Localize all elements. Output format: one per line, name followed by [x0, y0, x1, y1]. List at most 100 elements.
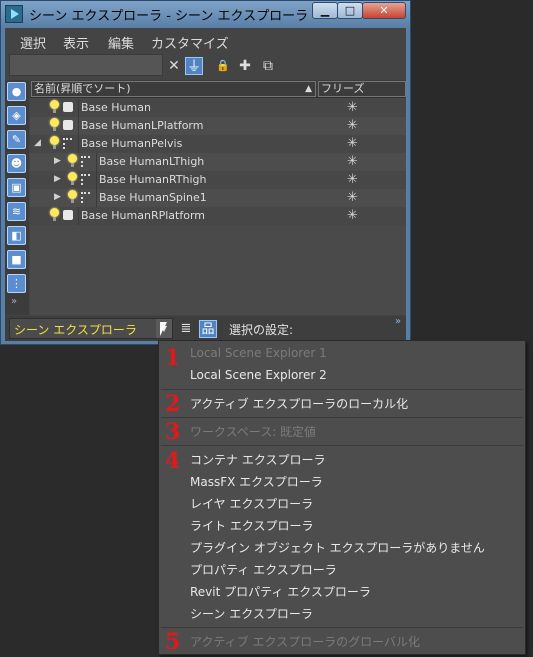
- menu-edit[interactable]: 編集: [108, 33, 134, 52]
- explorer-dropdown-value: シーン エクスプローラ: [14, 323, 137, 337]
- row-name: Base HumanRPlatform: [81, 209, 205, 222]
- menu-item-massfx-explorer[interactable]: MassFX エクスプローラ: [190, 473, 323, 490]
- lightbulb-icon[interactable]: [68, 154, 77, 167]
- shapes-filter-icon[interactable]: ◈: [7, 106, 26, 125]
- menu-display[interactable]: 表示: [63, 33, 89, 52]
- bones-filter-icon[interactable]: ⋮: [7, 274, 26, 293]
- table-row[interactable]: Base HumanLPlatform ✳: [30, 117, 406, 135]
- lightbulb-icon[interactable]: [50, 100, 59, 113]
- row-divider: [78, 117, 79, 135]
- row-name: Base Human: [81, 101, 151, 114]
- table-row[interactable]: Base Human ✳: [30, 99, 406, 117]
- cameras-filter-icon[interactable]: ☻: [7, 154, 26, 173]
- lock-icon[interactable]: 🔒: [214, 57, 232, 75]
- mesh-icon: [63, 210, 73, 220]
- column-header-freeze[interactable]: フリーズ: [318, 81, 406, 97]
- bone-icon: [81, 192, 90, 203]
- menu-item-light-explorer[interactable]: ライト エクスプローラ: [190, 517, 313, 534]
- geometry-filter-icon[interactable]: ●: [7, 82, 26, 101]
- freeze-cell[interactable]: ✳: [318, 189, 406, 207]
- lightbulb-icon[interactable]: [68, 190, 77, 203]
- lightbulb-icon[interactable]: [50, 136, 59, 149]
- freeze-cell[interactable]: ✳: [318, 153, 406, 171]
- more-options-icon[interactable]: »: [395, 316, 401, 327]
- freeze-cell[interactable]: ✳: [318, 135, 406, 153]
- bone-icon: [81, 156, 90, 167]
- row-divider: [96, 189, 97, 207]
- mesh-icon: [63, 102, 73, 112]
- collapse-icon[interactable]: ◢: [34, 138, 41, 148]
- helpers-filter-icon[interactable]: ▣: [7, 178, 26, 197]
- menu-item-workspace-default: ワークスペース: 既定値: [190, 425, 317, 439]
- mouse-cursor-icon: [160, 322, 167, 336]
- menu-item-revit-property-explorer[interactable]: Revit プロパティ エクスプローラ: [190, 583, 371, 600]
- select-add-icon[interactable]: ✚: [236, 57, 254, 75]
- scene-grid: 名前(昇順でソート) ▲ フリーズ Base Human ✳ Base Huma…: [30, 80, 406, 315]
- lightbulb-icon[interactable]: [68, 172, 77, 185]
- filter-toolbar: ● ◈ ✎ ☻ ▣ ≋ ◧ ■ ⋮ »: [5, 80, 29, 315]
- column-header-name[interactable]: 名前(昇順でソート) ▲: [31, 81, 316, 97]
- row-name: Base HumanLPlatform: [81, 119, 204, 132]
- explorer-bottom-bar: シーン エクスプローラ ▼ ≣ 品 選択の設定: »: [5, 316, 406, 341]
- sort-ascending-icon: ▲: [305, 84, 312, 94]
- xrefs-filter-icon[interactable]: ■: [7, 250, 26, 269]
- expand-icon[interactable]: ▶: [54, 174, 61, 184]
- freeze-cell[interactable]: ✳: [318, 99, 406, 117]
- menu-item-scene-explorer[interactable]: シーン エクスプローラ: [190, 605, 313, 622]
- spacewarps-filter-icon[interactable]: ≋: [7, 202, 26, 221]
- menu-item-container-explorer[interactable]: コンテナ エクスプローラ: [190, 451, 325, 468]
- row-divider: [78, 99, 79, 117]
- table-row[interactable]: ▶ Base HumanSpine1 ✳: [30, 189, 406, 207]
- snowflake-icon: ✳: [347, 190, 358, 205]
- annotation-badge-3: 3: [165, 419, 181, 445]
- expand-icon[interactable]: ▶: [54, 156, 61, 166]
- expand-icon[interactable]: ▶: [54, 192, 61, 202]
- table-row[interactable]: ▶ Base HumanRThigh ✳: [30, 171, 406, 189]
- menu-item-globalize-active: アクティブ エクスプローラのグローバル化: [190, 635, 421, 649]
- table-row[interactable]: ▶ Base HumanLThigh ✳: [30, 153, 406, 171]
- hierarchy-icon[interactable]: 品: [199, 320, 217, 338]
- menu-select[interactable]: 選択: [20, 33, 46, 52]
- menu-item-local-explorer-1: Local Scene Explorer 1: [190, 346, 327, 360]
- lightbulb-icon[interactable]: [50, 118, 59, 131]
- window-title: シーン エクスプローラ - シーン エクスプローラ: [29, 9, 309, 24]
- title-bar[interactable]: シーン エクスプローラ - シーン エクスプローラ ▁ □ ✕: [1, 1, 410, 27]
- lightbulb-icon[interactable]: [50, 208, 59, 221]
- search-input[interactable]: [9, 54, 163, 76]
- menu-bar: 選択 表示 編集 カスタマイズ: [5, 28, 406, 52]
- scene-explorer-window: シーン エクスプローラ - シーン エクスプローラ ▁ □ ✕ 選択 表示 編集…: [0, 0, 411, 345]
- menu-item-layer-explorer[interactable]: レイヤ エクスプローラ: [190, 495, 313, 512]
- annotation-badge-5: 5: [165, 629, 181, 655]
- snowflake-icon: ✳: [347, 118, 358, 133]
- menu-item-plugin-explorer[interactable]: プラグイン オブジェクト エクスプローラがありません: [190, 539, 485, 556]
- row-divider: [96, 153, 97, 171]
- explorer-dropdown[interactable]: シーン エクスプローラ ▼: [9, 318, 173, 339]
- groups-filter-icon[interactable]: ◧: [7, 226, 26, 245]
- select-children-icon[interactable]: ⧉: [259, 57, 277, 75]
- filter-icon[interactable]: ⏚: [185, 57, 203, 75]
- menu-item-localize-active[interactable]: アクティブ エクスプローラのローカル化: [190, 395, 408, 412]
- clear-search-icon[interactable]: ✕: [165, 57, 183, 75]
- more-filters-icon[interactable]: »: [11, 296, 17, 307]
- table-row[interactable]: ◢ Base HumanPelvis ✳: [30, 135, 406, 153]
- annotation-badge-4: 4: [165, 448, 181, 474]
- snowflake-icon: ✳: [347, 136, 358, 151]
- freeze-cell[interactable]: ✳: [318, 117, 406, 135]
- table-row[interactable]: Base HumanRPlatform ✳: [30, 207, 406, 225]
- maximize-button[interactable]: □: [337, 2, 363, 19]
- menu-customize[interactable]: カスタマイズ: [151, 33, 229, 52]
- app-icon[interactable]: [5, 5, 23, 23]
- mesh-icon: [63, 120, 73, 130]
- freeze-cell[interactable]: ✳: [318, 171, 406, 189]
- menu-item-local-explorer-2[interactable]: Local Scene Explorer 2: [190, 368, 327, 382]
- explorer-popup-menu: 1 Local Scene Explorer 1 Local Scene Exp…: [158, 340, 526, 655]
- layers-icon[interactable]: ≣: [177, 320, 195, 338]
- bone-icon: [63, 138, 72, 149]
- menu-item-property-explorer[interactable]: プロパティ エクスプローラ: [190, 561, 337, 578]
- close-button[interactable]: ✕: [362, 2, 406, 19]
- freeze-cell[interactable]: ✳: [318, 207, 406, 225]
- minimize-button[interactable]: ▁: [312, 2, 338, 19]
- menu-separator: [161, 417, 523, 418]
- lights-filter-icon[interactable]: ✎: [7, 130, 26, 149]
- row-name: Base HumanSpine1: [99, 191, 207, 204]
